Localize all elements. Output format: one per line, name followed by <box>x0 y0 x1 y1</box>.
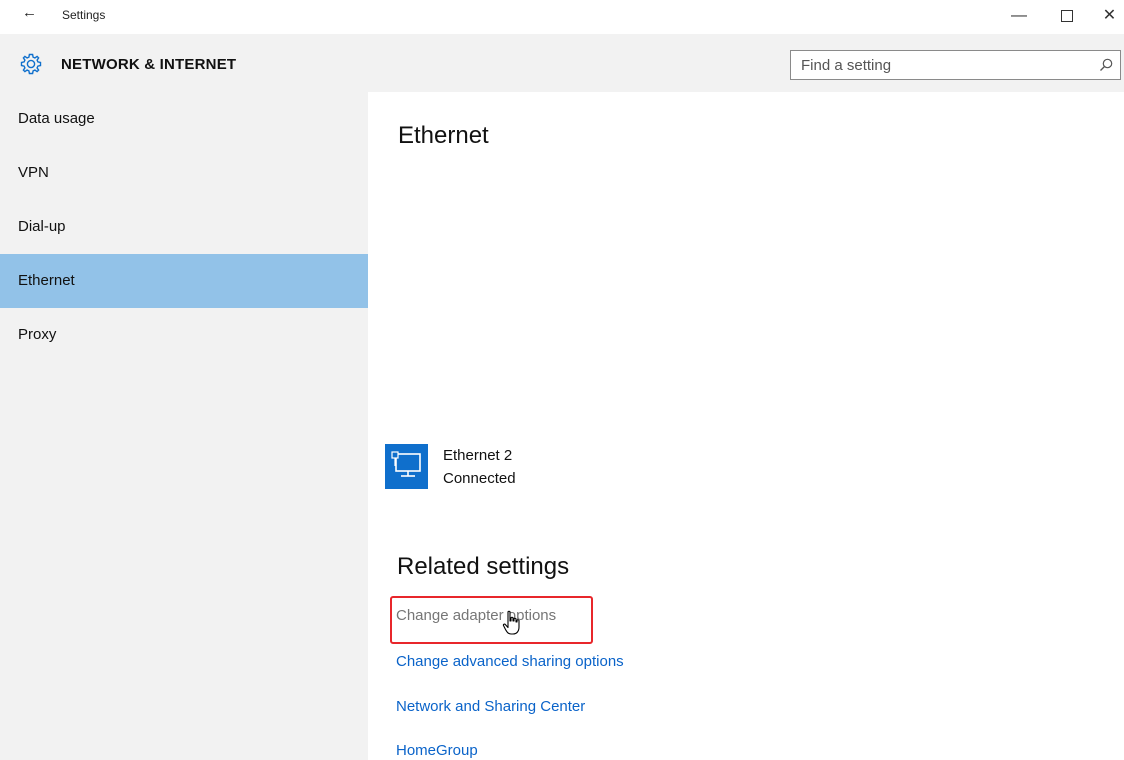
sidebar-item-ethernet[interactable]: Ethernet <box>0 254 368 308</box>
sidebar-nav: Data usage VPN Dial-up Ethernet Proxy <box>0 92 368 760</box>
maximize-icon <box>1061 9 1073 22</box>
close-button[interactable]: ✕ <box>1095 2 1124 30</box>
title-bar: ← Settings — ✕ <box>0 0 1124 34</box>
settings-header: NETWORK & INTERNET <box>0 34 1124 92</box>
related-settings-heading: Related settings <box>397 553 570 580</box>
search-input[interactable] <box>791 51 1091 79</box>
main-content: Ethernet Ethernet 2 Connected Related se… <box>368 92 1124 760</box>
change-advanced-sharing-link[interactable]: Change advanced sharing options <box>396 653 624 670</box>
homegroup-link[interactable]: HomeGroup <box>396 742 478 759</box>
maximize-button[interactable] <box>1045 2 1089 30</box>
sidebar-item-dial-up[interactable]: Dial-up <box>0 200 368 254</box>
adapter-name: Ethernet 2 <box>443 447 513 464</box>
change-adapter-options-link[interactable]: Change adapter options <box>396 607 556 624</box>
section-title: NETWORK & INTERNET <box>61 56 237 73</box>
ethernet-adapter-icon <box>385 444 428 489</box>
search-icon[interactable] <box>1098 57 1114 73</box>
sidebar-item-vpn[interactable]: VPN <box>0 146 368 200</box>
sidebar-item-proxy[interactable]: Proxy <box>0 308 368 362</box>
minimize-button[interactable]: — <box>997 2 1041 30</box>
window-title: Settings <box>62 8 106 22</box>
page-title: Ethernet <box>398 122 489 149</box>
gear-icon <box>20 53 42 75</box>
network-sharing-center-link[interactable]: Network and Sharing Center <box>396 698 585 715</box>
sidebar-item-data-usage[interactable]: Data usage <box>0 92 368 146</box>
back-arrow-icon[interactable]: ← <box>22 5 37 20</box>
search-box[interactable] <box>790 50 1121 80</box>
adapter-status: Connected <box>443 470 516 487</box>
